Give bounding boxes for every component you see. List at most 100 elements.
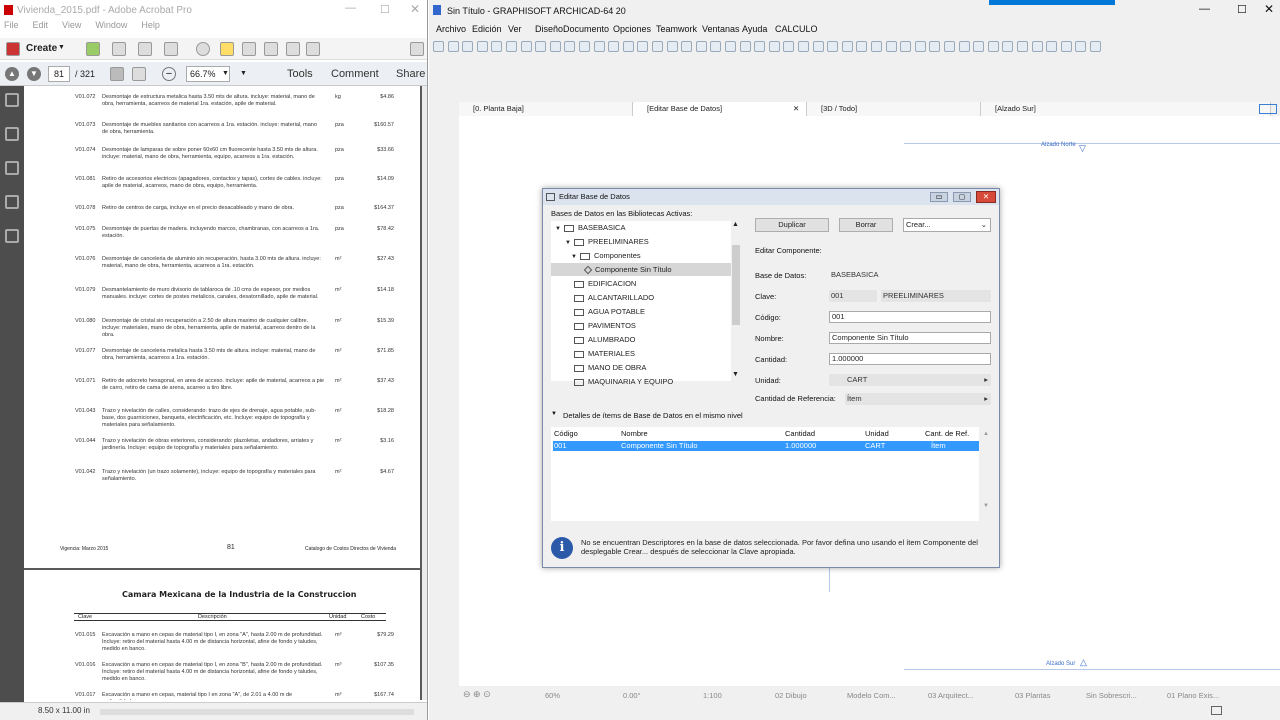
tree-item[interactable]: MAQUINARIA Y EQUIPO [551, 375, 731, 388]
menu-documento[interactable]: Documento [563, 24, 609, 34]
hand-tool-icon[interactable] [132, 67, 146, 81]
marker-alzado-sur[interactable]: Alzado Sur [1046, 661, 1075, 667]
close-icon[interactable]: ✕ [1264, 2, 1274, 16]
comment-icon[interactable] [220, 42, 234, 56]
toolbar-tool-icon[interactable] [1046, 41, 1058, 52]
horizontal-scrollbar[interactable] [100, 709, 414, 715]
toolbar-tool-icon[interactable] [1075, 41, 1087, 52]
expand-icon[interactable]: ▼ [565, 240, 571, 246]
menu-archivo[interactable]: Archivo [436, 24, 466, 34]
status-item[interactable]: Modelo Com... [847, 691, 896, 700]
duplicar-button[interactable]: Duplicar [755, 218, 829, 232]
status-item[interactable]: 03 Arquitect... [928, 691, 974, 700]
tree-item[interactable]: ▼ PREELIMINARES [551, 235, 731, 248]
toolbar-tool-icon[interactable] [549, 41, 561, 52]
toolbar-tool-icon[interactable] [476, 41, 488, 52]
attachments-icon[interactable] [5, 161, 19, 175]
menu-ventanas[interactable]: Ventanas [702, 24, 740, 34]
prev-page-icon[interactable]: ▲ [5, 67, 19, 81]
menu-calculo[interactable]: CALCULO [775, 24, 818, 34]
save-icon[interactable] [112, 42, 126, 56]
toolbar-tool-icon[interactable] [462, 41, 474, 52]
toolbar-tool-icon[interactable] [914, 41, 926, 52]
toolbar-tool-icon[interactable] [973, 41, 985, 52]
tree-item[interactable]: EDIFICACION [551, 277, 731, 290]
toolbar-tool-icon[interactable] [783, 41, 795, 52]
page-number-input[interactable]: 81 [48, 66, 70, 82]
email-icon[interactable] [164, 42, 178, 56]
tab-comment[interactable]: Comment [331, 68, 379, 80]
stamp-icon[interactable] [242, 42, 256, 56]
toolbar-tool-icon[interactable] [608, 41, 620, 52]
close-icon[interactable]: ✕ [410, 2, 420, 16]
zoom-icons[interactable]: ⊖ ⊕ ⊙ [463, 689, 491, 700]
tree-item[interactable]: ▼ BASEBASICA [551, 221, 731, 234]
toolbar-tool-icon[interactable] [564, 41, 576, 52]
maximize-icon[interactable]: ☐ [1237, 3, 1247, 16]
close-tab-icon[interactable]: ✕ [793, 102, 799, 116]
maximize-icon[interactable]: ☐ [380, 3, 390, 16]
toolbar-tool-icon[interactable] [944, 41, 955, 52]
details-table[interactable]: Código Nombre Cantidad Unidad Cant. de R… [551, 427, 989, 521]
toolbar-tool-icon[interactable] [900, 41, 912, 52]
tree-item[interactable]: Componente Sin Título [551, 263, 731, 276]
bookmarks-icon[interactable] [5, 127, 19, 141]
tab-tools[interactable]: Tools [287, 68, 313, 80]
dialog-minimize-icon[interactable]: ▭ [930, 192, 948, 202]
toolbar-tool-icon[interactable] [1017, 41, 1028, 52]
col-unidad[interactable]: Unidad [865, 429, 889, 438]
database-tree[interactable]: ▲ ▼ ▼ BASEBASICA ▼ PREELIMINARES ▼ Componente… [551, 221, 741, 386]
toolbar-tool-icon[interactable] [1060, 41, 1072, 52]
toolbar-tool-icon[interactable] [681, 41, 693, 52]
toolbar-tool-icon[interactable] [637, 41, 649, 52]
menu-view[interactable]: View [62, 20, 81, 30]
toolbar-tool-icon[interactable] [754, 41, 766, 52]
edit-pdf-icon[interactable] [306, 42, 320, 56]
toolbar-options-icon[interactable]: ▼ [240, 70, 247, 77]
table-row[interactable]: 001 Componente Sin Título 1.000000 CART … [553, 441, 979, 451]
window-mode-icon[interactable] [1211, 706, 1222, 715]
menu-ver[interactable]: Ver [508, 24, 522, 34]
document-view[interactable]: V01.072 Desmontaje de estructura metalica… [24, 86, 422, 700]
pages-icon[interactable] [5, 93, 19, 107]
minimize-icon[interactable]: — [1199, 3, 1210, 15]
toolbar-tool-icon[interactable] [798, 41, 809, 52]
col-cantidad[interactable]: Cantidad [785, 429, 815, 438]
status-item[interactable]: 01 Plano Exis... [1167, 691, 1219, 700]
tree-item[interactable]: MANO DE OBRA [551, 361, 731, 374]
print-icon[interactable] [138, 42, 152, 56]
menu-edición[interactable]: Edición [472, 24, 502, 34]
dialog-close-icon[interactable]: ✕ [976, 191, 996, 203]
form-icon[interactable] [286, 42, 300, 56]
menu-file[interactable]: File [4, 20, 19, 30]
dialog-maximize-icon[interactable]: ◻ [953, 192, 971, 202]
toolbar-tool-icon[interactable] [710, 41, 722, 52]
sign-icon[interactable] [264, 42, 278, 56]
toolbar-tool-icon[interactable] [739, 41, 751, 52]
toolbar-tool-icon[interactable] [958, 41, 970, 52]
menu-edit[interactable]: Edit [33, 20, 49, 30]
toolbar-tool-icon[interactable] [433, 41, 444, 52]
document-scrollbar[interactable] [422, 86, 427, 700]
toolbar-tool-icon[interactable] [812, 41, 824, 52]
zoom-dropdown-icon[interactable]: ▼ [222, 70, 229, 77]
toolbar-tool-icon[interactable] [491, 41, 503, 52]
create-button[interactable]: Create [26, 43, 57, 54]
expand-icon[interactable]: ▼ [555, 226, 561, 232]
expand-icon[interactable] [410, 42, 424, 56]
toolbar-tool-icon[interactable] [447, 41, 459, 52]
toolbar-tool-icon[interactable] [535, 41, 547, 52]
menu-teamwork[interactable]: Teamwork [656, 24, 697, 34]
status-item[interactable]: 02 Dibujo [775, 691, 807, 700]
zoom-out-icon[interactable]: − [162, 67, 176, 81]
layers-icon[interactable] [5, 195, 19, 209]
toolbar-tool-icon[interactable] [929, 41, 941, 52]
nombre-input[interactable]: Componente Sin Título [829, 332, 991, 344]
toolbar-tool-icon[interactable] [695, 41, 707, 52]
cantidad-input[interactable]: 1.000000 [829, 353, 991, 365]
col-nombre[interactable]: Nombre [621, 429, 648, 438]
toolbar-tool-icon[interactable] [725, 41, 736, 52]
cantref-select[interactable]: Ítem ▸ [845, 393, 991, 405]
toolbar-tool-icon[interactable] [579, 41, 590, 52]
tree-scrollbar[interactable]: ▲ ▼ [731, 221, 741, 381]
